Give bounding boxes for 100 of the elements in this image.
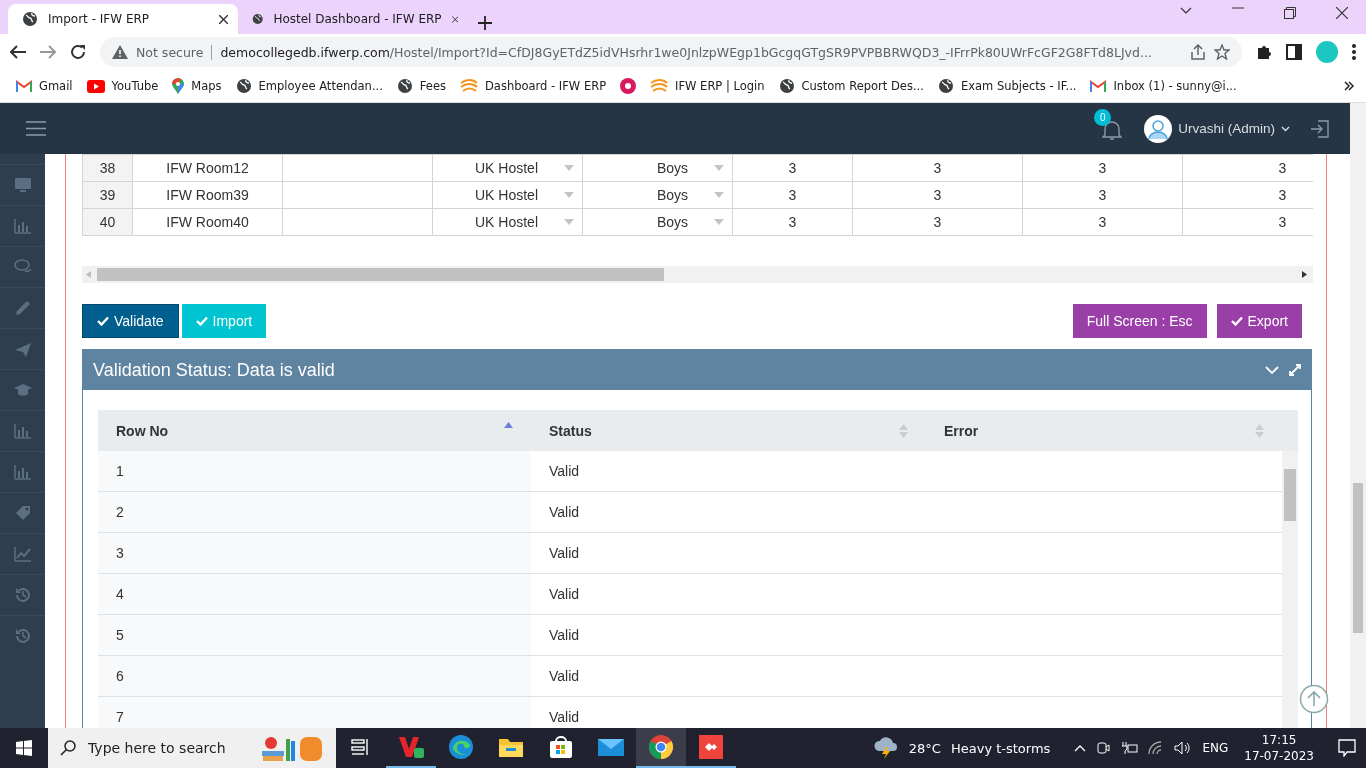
caret-icon (714, 192, 724, 198)
weather-text: Heavy t-storms (950, 740, 1051, 756)
column-header[interactable]: Row No (98, 410, 531, 451)
clock-date[interactable]: 17-07-2023 (1244, 748, 1314, 764)
close-icon[interactable] (1336, 7, 1348, 19)
double-chevron-icon[interactable] (1344, 81, 1354, 91)
table-cell: 3 (1022, 181, 1183, 209)
puzzle-icon[interactable] (1256, 44, 1272, 60)
menu-icon[interactable] (26, 121, 46, 136)
table-cell: 4 (98, 574, 531, 615)
dropdown-cell[interactable]: UK Hostel (432, 181, 583, 209)
action-button[interactable]: Full Screen : Esc (1072, 304, 1207, 338)
browser-tab[interactable]: Import - IFW ERP (8, 4, 238, 34)
forward-arrow-icon[interactable] (40, 45, 56, 59)
wps-office-icon[interactable] (398, 735, 424, 759)
check-icon (195, 316, 208, 326)
page-scrollbar[interactable] (1350, 103, 1366, 728)
table-cell: 7 (98, 697, 531, 728)
bookmark-link[interactable]: Fees (419, 79, 446, 93)
restore-icon[interactable] (1284, 7, 1296, 19)
caret-icon (714, 219, 724, 225)
globe-icon (22, 11, 38, 27)
globe-icon (252, 11, 264, 27)
language-indicator[interactable]: ENG (1202, 741, 1229, 755)
chrome-browser-icon[interactable] (648, 734, 674, 760)
bookmark-link[interactable]: Dashboard - IFW ERP (485, 79, 607, 93)
bookmark-link[interactable]: Maps (191, 79, 222, 93)
dropdown-cell[interactable]: UK Hostel (432, 208, 583, 236)
caret-icon (714, 165, 724, 171)
expand-icon[interactable] (1289, 364, 1301, 376)
bookmark-link[interactable]: Employee Attendan... (258, 79, 383, 93)
row-number: 38 (82, 154, 133, 182)
table-cell: 3 (1022, 154, 1183, 182)
bookmark-link[interactable]: IFW ERP | Login (675, 79, 765, 93)
table-cell: IFW Room12 (132, 154, 283, 182)
windows-start-icon[interactable] (16, 740, 32, 756)
taskbar-search-field[interactable]: Type here to search (48, 728, 336, 768)
edge-browser-icon[interactable] (448, 734, 474, 760)
chevron-down-icon[interactable] (1180, 7, 1192, 15)
speaker-icon[interactable] (1174, 741, 1193, 755)
store-bag-icon[interactable] (549, 735, 573, 759)
table-cell: 3 (732, 208, 853, 236)
swirl-logo-icon (650, 79, 669, 93)
scroll-to-top-icon[interactable] (1299, 684, 1329, 714)
battery-plug-icon[interactable] (1120, 741, 1139, 755)
dropdown-cell[interactable]: Boys (582, 181, 733, 209)
dropdown-cell[interactable]: UK Hostel (432, 154, 583, 182)
remote-desktop-icon[interactable] (699, 735, 723, 759)
action-button[interactable]: Validate (82, 304, 179, 338)
check-icon (97, 316, 109, 326)
share-icon[interactable] (1190, 44, 1206, 60)
logout-icon[interactable] (1310, 118, 1330, 139)
column-header[interactable]: Status (531, 410, 926, 451)
table-cell: IFW Room40 (132, 208, 283, 236)
user-name[interactable]: Urvashi (Admin) (1178, 121, 1275, 136)
scroll-right-icon[interactable] (1302, 271, 1307, 278)
sort-ascending-icon[interactable] (504, 422, 513, 428)
circle-logo-icon (620, 78, 637, 94)
bookmark-link[interactable]: Custom Report Des... (801, 79, 924, 93)
table-cell: 3 (732, 154, 853, 182)
column-header[interactable]: Error (926, 410, 1282, 451)
row-number: 40 (82, 208, 133, 236)
caret-icon (564, 192, 574, 198)
table-cell: Valid (531, 451, 926, 492)
bookmark-link[interactable]: Exam Subjects - IF... (960, 79, 1077, 93)
table-cell: 5 (98, 615, 531, 656)
caret-icon (564, 165, 574, 171)
new-tab-icon[interactable] (478, 16, 492, 30)
address-bar[interactable]: Not secure democollegedb.ifwerp.com/Hostel/Import?Id=CfDJ8GyETdZ5idVHsrhr1we0JnlzpWEgp1bGcgqGTgSR9PVPBBRWQD3_-IFrrPk80UWrFcGF2G8FTd8LJvd... (100, 37, 1242, 67)
caret-icon (564, 219, 574, 225)
dropdown-cell[interactable]: Boys (582, 154, 733, 182)
star-icon[interactable] (1214, 44, 1230, 60)
reload-icon[interactable] (70, 44, 86, 60)
mail-envelope-icon[interactable] (598, 737, 624, 757)
task-view-icon[interactable] (351, 738, 371, 756)
mail-icon (16, 80, 32, 92)
table-cell: 2 (98, 492, 531, 533)
close-tab-icon[interactable] (219, 14, 228, 24)
notification-icon[interactable] (1338, 739, 1356, 757)
vertical-scrollbar[interactable] (1282, 451, 1298, 728)
table-cell: 3 (852, 208, 1023, 236)
more-menu-icon[interactable] (1352, 44, 1356, 60)
side-panel-icon[interactable] (1286, 44, 1302, 60)
chevron-up-icon[interactable] (1074, 744, 1087, 752)
dropdown-cell[interactable]: Boys (582, 208, 733, 236)
action-button[interactable]: Export (1216, 304, 1302, 338)
back-arrow-icon[interactable] (10, 45, 26, 59)
warning-icon (112, 45, 128, 59)
browser-tab[interactable]: Hostel Dashboard - IFW ERP (238, 4, 468, 34)
play-icon (86, 79, 105, 93)
table-cell: Valid (531, 615, 926, 656)
folder-icon[interactable] (498, 736, 524, 758)
bookmark-link[interactable]: Gmail (39, 79, 73, 93)
user-avatar-icon[interactable] (1144, 114, 1173, 143)
horizontal-scrollbar[interactable] (82, 266, 1313, 283)
camera-icon[interactable] (1096, 741, 1111, 755)
swirl-logo-icon (460, 79, 478, 93)
clock-time[interactable]: 17:15 (1261, 732, 1297, 748)
bookmark-link[interactable]: YouTube (111, 79, 159, 93)
bookmark-link[interactable]: Inbox (1) - sunny@i... (1113, 79, 1237, 93)
